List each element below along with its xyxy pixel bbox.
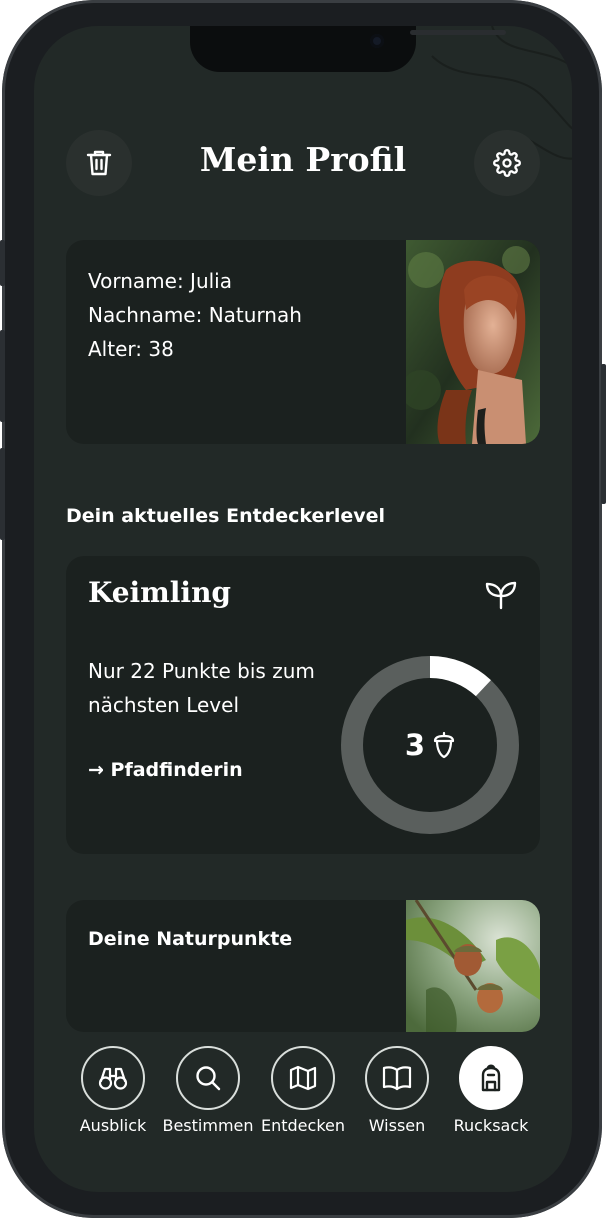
nav-label-wissen: Wissen (368, 1116, 426, 1135)
naturpunkte-card[interactable]: Deine Naturpunkte (66, 900, 540, 1032)
volume-up-button (0, 330, 5, 422)
notch (190, 26, 506, 72)
nav-button-wissen[interactable] (365, 1046, 429, 1110)
nav-item-wissen[interactable]: Wissen (350, 1046, 444, 1135)
acorn-photo (406, 900, 540, 1032)
level-number: 3 (404, 728, 426, 762)
level-description: Nur 22 Punkte bis zum nächsten Level (88, 659, 315, 717)
search-icon (196, 1066, 221, 1091)
nav-item-ausblick[interactable]: Ausblick (66, 1046, 160, 1135)
settings-button[interactable] (474, 130, 540, 196)
screen: Mein Profil Vorname: Julia Nachname: Nat… (34, 26, 572, 1192)
binoculars-icon (98, 1067, 128, 1090)
speaker-grille (410, 30, 506, 35)
nav-item-bestimmen[interactable]: Bestimmen (161, 1046, 255, 1135)
profile-photo (406, 240, 540, 444)
level-section-heading: Dein aktuelles Entdeckerlevel (66, 505, 386, 527)
backpack-icon (481, 1064, 501, 1092)
level-name: Keimling (88, 576, 232, 609)
level-counter: 3 (340, 655, 520, 835)
nav-label-bestimmen: Bestimmen (162, 1116, 254, 1135)
nav-item-entdecken[interactable]: Entdecken (256, 1046, 350, 1135)
next-level-link[interactable]: → Pfadfinderin (88, 759, 243, 781)
map-icon (289, 1065, 317, 1091)
volume-down-button (0, 448, 5, 540)
book-icon (382, 1066, 412, 1091)
nav-label-ausblick: Ausblick (79, 1116, 147, 1135)
naturpunkte-title: Deine Naturpunkte (88, 928, 293, 950)
nav-label-entdecken: Entdecken (261, 1116, 345, 1135)
first-name: Vorname: Julia (88, 269, 232, 293)
nav-button-rucksack[interactable] (459, 1046, 523, 1110)
age: Alter: 38 (88, 337, 174, 361)
level-card[interactable]: Keimling Nur 22 Punkte bis zum nächsten … (66, 556, 540, 854)
acorn-icon (433, 731, 455, 759)
sprout-icon (485, 581, 517, 610)
front-camera (370, 34, 384, 48)
gear-icon (493, 149, 521, 177)
nav-label-rucksack: Rucksack (453, 1116, 529, 1135)
profile-card[interactable]: Vorname: Julia Nachname: Naturnah Alter:… (66, 240, 540, 444)
nav-button-entdecken[interactable] (271, 1046, 335, 1110)
power-button (601, 364, 606, 504)
nav-button-bestimmen[interactable] (176, 1046, 240, 1110)
last-name: Nachname: Naturnah (88, 303, 302, 327)
bottom-navigation: Ausblick Bestimmen Entdecken Wissen Ruck… (34, 1046, 572, 1146)
profile-info: Vorname: Julia Nachname: Naturnah Alter:… (88, 264, 302, 366)
nav-button-ausblick[interactable] (81, 1046, 145, 1110)
nav-item-rucksack[interactable]: Rucksack (444, 1046, 538, 1135)
mute-switch (0, 240, 5, 286)
